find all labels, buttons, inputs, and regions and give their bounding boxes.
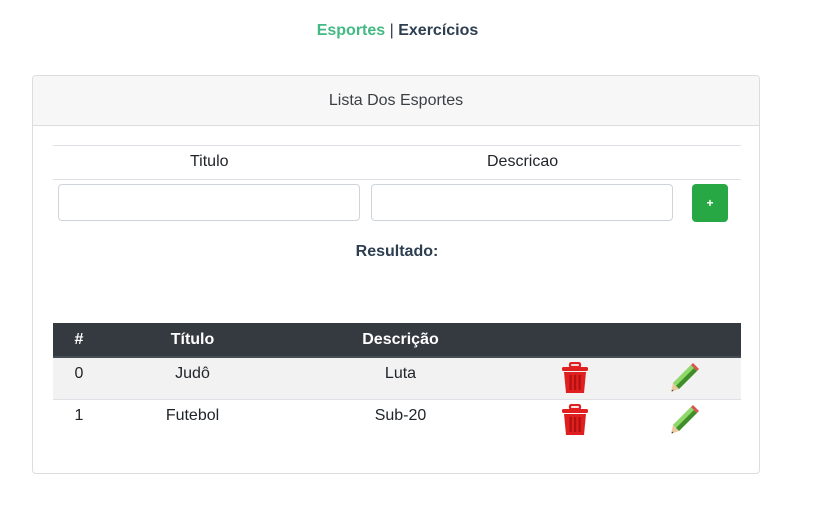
col-header-delete xyxy=(521,323,628,358)
card-header: Lista Dos Esportes xyxy=(33,76,759,126)
pencil-icon[interactable] xyxy=(669,404,701,441)
row-titulo: Futebol xyxy=(165,407,220,424)
trash-icon[interactable] xyxy=(560,361,590,399)
form-header-row: Titulo Descricao xyxy=(53,145,741,180)
form-input-row: + xyxy=(53,180,741,228)
form-col-titulo: Titulo xyxy=(190,153,229,170)
col-header-edit xyxy=(628,323,741,358)
row-titulo: Judô xyxy=(175,365,210,382)
sports-table: # Título Descrição 0 Judô Luta 1 Futebol… xyxy=(53,323,741,441)
trash-icon[interactable] xyxy=(560,403,590,441)
col-header-index: # xyxy=(53,323,105,358)
add-sport-button[interactable]: + xyxy=(692,184,728,222)
table-row: 1 Futebol Sub-20 xyxy=(53,400,741,442)
titulo-input[interactable] xyxy=(58,184,360,221)
nav-link-exercicios[interactable]: Exercícios xyxy=(398,22,478,39)
row-index: 0 xyxy=(74,365,84,382)
add-sport-form: Titulo Descricao + xyxy=(53,145,741,228)
pencil-icon[interactable] xyxy=(669,362,701,399)
result-label: Resultado: xyxy=(355,243,439,260)
nav-separator: | xyxy=(389,22,394,39)
descricao-input[interactable] xyxy=(371,184,673,221)
col-header-titulo: Título xyxy=(105,323,280,358)
row-index: 1 xyxy=(74,407,84,424)
nav-link-esportes[interactable]: Esportes xyxy=(317,22,385,39)
col-header-descricao: Descrição xyxy=(280,323,521,358)
sports-card: Lista Dos Esportes Titulo Descricao + Re… xyxy=(32,75,760,474)
row-descricao: Sub-20 xyxy=(374,407,427,424)
top-nav: Esportes | Exercícios xyxy=(0,22,795,40)
table-header-row: # Título Descrição xyxy=(53,323,741,358)
row-descricao: Luta xyxy=(384,365,417,382)
table-row: 0 Judô Luta xyxy=(53,357,741,400)
form-col-descricao: Descricao xyxy=(487,153,559,170)
